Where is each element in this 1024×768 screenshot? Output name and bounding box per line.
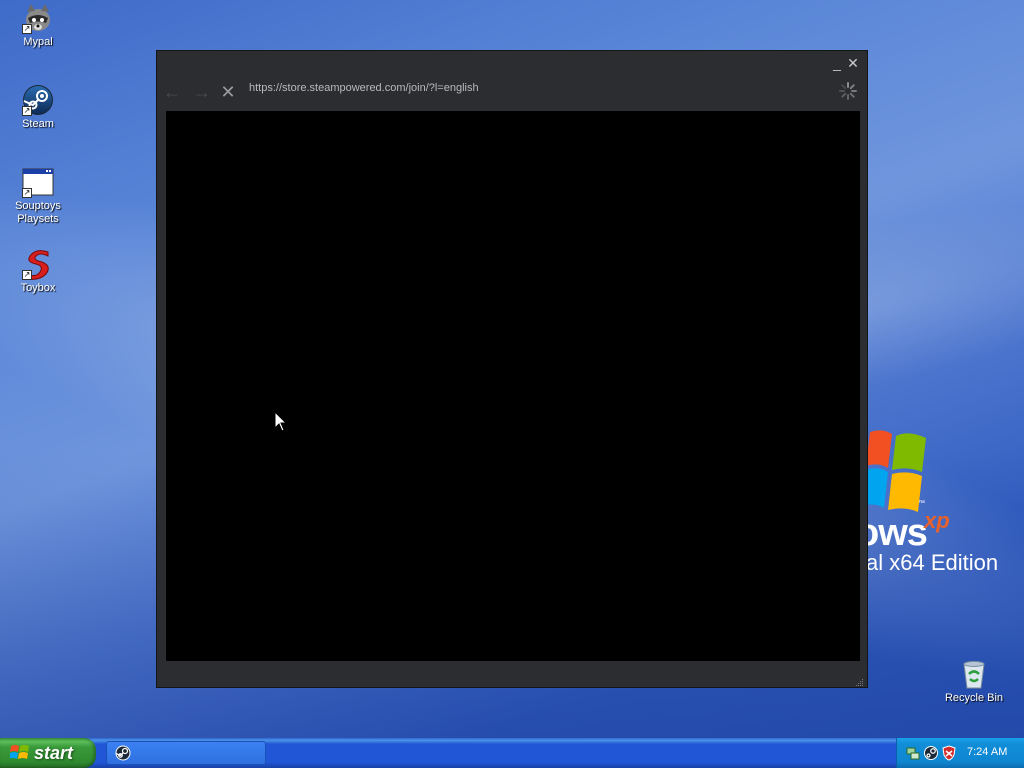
system-tray: 7:24 AM — [896, 738, 1024, 768]
toybox-s-icon: ↗ — [22, 248, 54, 280]
security-shield-icon[interactable] — [941, 745, 957, 761]
desktop-icon-label: Mypal — [23, 36, 53, 48]
desktop-icon-label: Souptoys Playsets — [15, 200, 61, 225]
close-button[interactable]: ✕ — [846, 56, 860, 71]
browser-content-area[interactable] — [166, 111, 860, 661]
recycle-bin-icon — [958, 658, 990, 690]
url-address[interactable]: https://store.steampowered.com/join/?l=e… — [249, 82, 479, 94]
desktop-icon-mypal[interactable]: ↗ Mypal — [0, 2, 76, 49]
mouse-cursor-icon — [274, 411, 288, 432]
network-icon[interactable] — [905, 745, 921, 761]
minimize-button[interactable]: _ — [830, 56, 844, 71]
raccoon-icon: ↗ — [22, 2, 54, 34]
taskbar-steam-button[interactable] — [106, 741, 266, 765]
desktop-icon-label: Steam — [22, 118, 54, 130]
shortcut-arrow-icon: ↗ — [22, 106, 32, 116]
wallpaper-brand-sup: xp — [924, 508, 950, 533]
steam-icon: ↗ — [22, 84, 54, 116]
start-button[interactable]: start — [0, 738, 96, 768]
steam-icon — [115, 745, 131, 761]
desktop-icon-recycle-bin[interactable]: Recycle Bin — [936, 658, 1012, 705]
desktop-icon-toybox[interactable]: ↗ Toybox — [0, 248, 76, 295]
shortcut-arrow-icon: ↗ — [22, 188, 32, 198]
wallpaper-edition-text: al x64 Edition — [866, 550, 999, 575]
forward-button[interactable]: → — [190, 81, 214, 105]
desktop-icon-steam[interactable]: ↗ Steam — [0, 84, 76, 131]
shortcut-arrow-icon: ↗ — [22, 24, 32, 34]
window-titlebar[interactable]: _ ✕ — [157, 51, 867, 77]
back-button[interactable]: ← — [160, 81, 184, 105]
resize-grip-icon[interactable] — [854, 674, 864, 686]
steam-tray-icon[interactable] — [923, 745, 939, 761]
desktop-icon-souptoys[interactable]: ↗ Souptoys Playsets — [0, 166, 76, 226]
wallpaper-tm: ™ — [918, 500, 925, 507]
steam-browser-window[interactable]: _ ✕ ← → ✕ https://store.steampowered.com… — [156, 50, 868, 688]
desktop-icon-label: Recycle Bin — [944, 692, 1004, 704]
desktop-icon-label: Toybox — [20, 282, 56, 294]
start-label: start — [34, 743, 74, 763]
window-app-icon: ↗ — [22, 166, 54, 198]
shortcut-arrow-icon: ↗ — [22, 270, 32, 280]
taskbar-clock[interactable]: 7:24 AM — [967, 746, 1007, 758]
taskbar: start 7:24 AM — [0, 738, 1024, 768]
loading-spinner-icon — [838, 81, 858, 101]
windows-flag-icon — [10, 745, 29, 759]
stop-button[interactable]: ✕ — [216, 81, 240, 105]
